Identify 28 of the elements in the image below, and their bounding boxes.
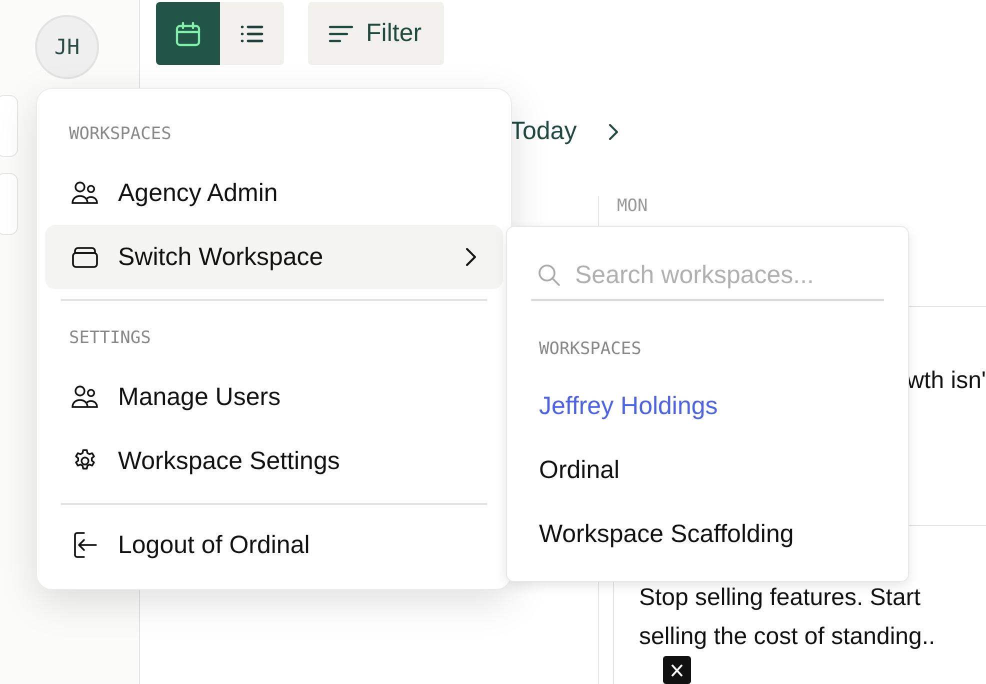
calendar-view-button[interactable] bbox=[156, 2, 220, 65]
menu-item[interactable]: Logout of Ordinal bbox=[45, 513, 503, 577]
workspace-item[interactable]: Jeffrey Holdings bbox=[531, 374, 884, 438]
chevron-right-icon[interactable] bbox=[606, 122, 619, 140]
workspace-item[interactable]: Ordinal bbox=[531, 438, 884, 502]
post-text: Stop selling features. Start selling the cost of standing.. bbox=[639, 583, 936, 652]
section-heading: WORKSPACES bbox=[538, 338, 642, 360]
users-icon bbox=[71, 384, 99, 410]
menu-item[interactable]: Agency Admin bbox=[45, 161, 503, 225]
search-icon bbox=[537, 263, 561, 287]
calendar-icon bbox=[174, 20, 202, 48]
filter-icon bbox=[328, 24, 354, 44]
post-text: wth isn' bbox=[906, 367, 986, 396]
menu-item[interactable]: Switch Workspace bbox=[45, 225, 503, 289]
today-button[interactable]: Today bbox=[510, 117, 577, 146]
users-icon bbox=[71, 180, 99, 206]
search-field[interactable]: Search workspaces... bbox=[575, 260, 878, 290]
day-label: MON bbox=[616, 196, 649, 218]
filter-button[interactable]: Filter bbox=[308, 2, 444, 65]
user-avatar[interactable]: JH bbox=[35, 15, 99, 79]
chevron-right-icon bbox=[465, 247, 477, 267]
list-view-button[interactable] bbox=[220, 2, 284, 65]
section-heading: WORKSPACES bbox=[68, 123, 172, 145]
menu-item[interactable]: Manage Users bbox=[45, 365, 503, 429]
menu-item[interactable]: Workspace Settings bbox=[45, 429, 503, 493]
logout-icon bbox=[71, 531, 99, 559]
stack-icon bbox=[71, 245, 99, 269]
section-heading: SETTINGS bbox=[68, 327, 152, 349]
